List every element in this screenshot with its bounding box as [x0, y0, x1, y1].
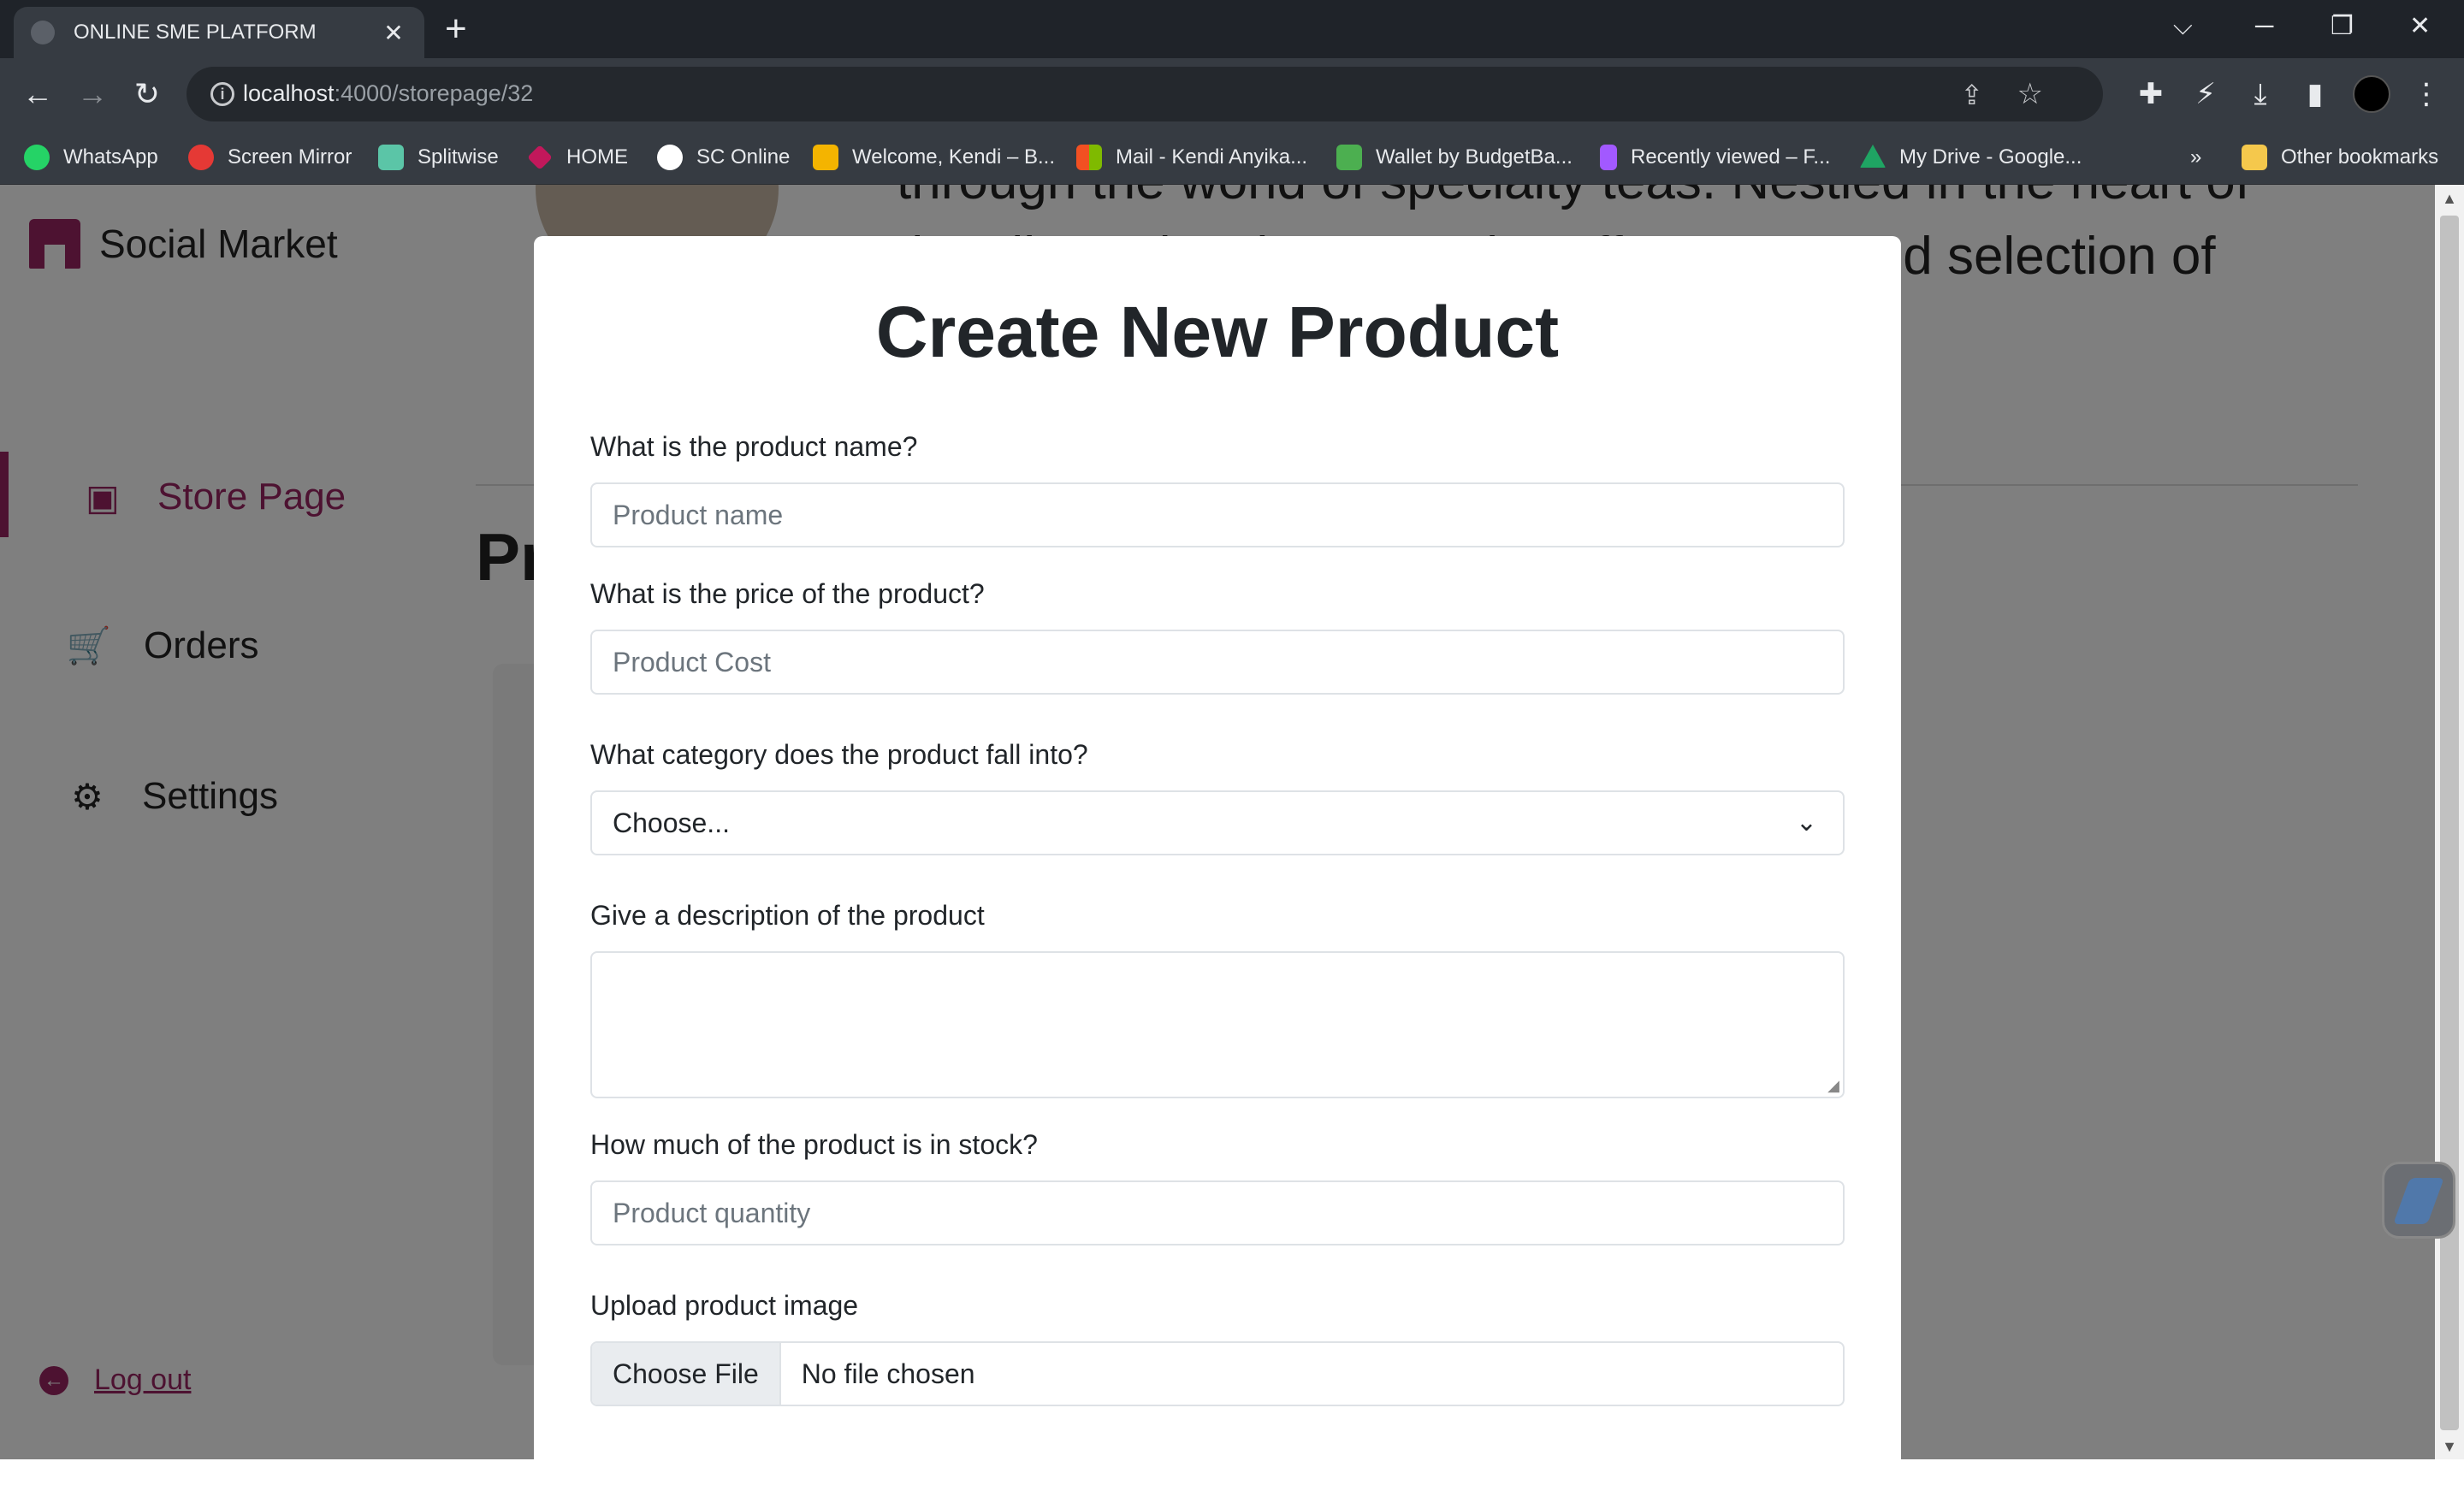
- bookmark-star-icon[interactable]: ☆: [2017, 77, 2043, 111]
- reload-button[interactable]: ↻: [127, 74, 168, 115]
- choose-file-button[interactable]: Choose File: [592, 1343, 781, 1405]
- profile-avatar[interactable]: [2353, 75, 2390, 113]
- restore-button[interactable]: ❐: [2331, 5, 2354, 48]
- more-bookmarks-button[interactable]: »: [2190, 140, 2201, 175]
- product-description-textarea[interactable]: ◢: [590, 951, 1845, 1098]
- bookmark-screen-mirror[interactable]: Screen Mirror: [188, 140, 352, 175]
- modal-title: Create New Product: [875, 292, 1560, 372]
- product-image-file-input[interactable]: Choose File No file chosen: [590, 1341, 1845, 1406]
- address-bar[interactable]: i localhost:4000/storepage/32 ⇪ ☆: [187, 67, 2103, 121]
- extension-bolt-icon[interactable]: ⚡: [2187, 75, 2224, 113]
- other-bookmarks-folder[interactable]: Other bookmarks: [2242, 140, 2438, 175]
- download-icon[interactable]: ⤓: [2242, 75, 2279, 113]
- bookmark-home[interactable]: HOME: [527, 140, 628, 175]
- create-product-modal: Create New Product What is the product n…: [534, 236, 1901, 1485]
- extensions-icon[interactable]: ✚: [2132, 75, 2170, 113]
- product-price-label: What is the price of the product?: [590, 578, 985, 609]
- wallet-icon: [1336, 145, 1362, 170]
- bookmarks-bar: WhatsApp Screen Mirror Splitwise HOME SC…: [0, 130, 2464, 185]
- browser-tab[interactable]: ONLINE SME PLATFORM ✕: [14, 7, 424, 58]
- forward-button[interactable]: →: [72, 74, 113, 115]
- chart-bars-icon: [813, 145, 838, 170]
- product-name-label: What is the product name?: [590, 431, 918, 462]
- microsoft-icon: [1076, 145, 1102, 170]
- whatsapp-icon: [24, 145, 50, 170]
- bookmark-mail[interactable]: Mail - Kendi Anyika...: [1076, 140, 1307, 175]
- side-panel-icon[interactable]: ▮: [2296, 75, 2334, 113]
- extension-logo-icon: [2393, 1178, 2444, 1224]
- product-category-select[interactable]: Choose... ⌄: [590, 790, 1845, 855]
- folder-icon: [2242, 145, 2267, 170]
- home-icon: [527, 145, 553, 170]
- back-button[interactable]: ←: [17, 74, 58, 115]
- close-window-button[interactable]: ✕: [2409, 5, 2431, 48]
- url-text[interactable]: localhost:4000/storepage/32: [243, 80, 533, 107]
- sc-online-icon: [657, 145, 683, 170]
- menu-kebab-icon[interactable]: ⋮: [2408, 75, 2445, 113]
- product-image-label: Upload product image: [590, 1290, 859, 1321]
- bookmark-figma[interactable]: Recently viewed – F...: [1600, 140, 1830, 175]
- tab-title: ONLINE SME PLATFORM: [74, 21, 317, 44]
- google-drive-icon: [1860, 145, 1886, 168]
- category-selected-value: Choose...: [613, 808, 730, 838]
- bookmark-google-drive[interactable]: My Drive - Google...: [1860, 140, 2082, 175]
- bookmark-whatsapp[interactable]: WhatsApp: [24, 140, 158, 175]
- splitwise-icon: [378, 145, 404, 170]
- resize-handle-icon[interactable]: ◢: [1827, 1077, 1839, 1095]
- file-status-text: No file chosen: [801, 1358, 975, 1389]
- globe-icon: [31, 21, 55, 44]
- browser-toolbar: ← → ↻ i localhost:4000/storepage/32 ⇪ ☆ …: [0, 58, 2464, 130]
- new-tab-button[interactable]: +: [445, 9, 467, 50]
- screen-mirror-icon: [188, 145, 214, 170]
- share-icon[interactable]: ⇪: [1960, 79, 1983, 111]
- tab-search-icon[interactable]: ⌵: [2173, 5, 2193, 48]
- product-price-input[interactable]: Product Cost: [590, 630, 1845, 695]
- scroll-up-icon[interactable]: ▲: [2440, 190, 2459, 208]
- product-quantity-input[interactable]: Product quantity: [590, 1180, 1845, 1245]
- bookmark-wallet[interactable]: Wallet by BudgetBa...: [1336, 140, 1573, 175]
- product-name-input[interactable]: Product name: [590, 482, 1845, 547]
- bookmark-splitwise[interactable]: Splitwise: [378, 140, 499, 175]
- minimize-button[interactable]: ─: [2255, 5, 2273, 48]
- product-description-label: Give a description of the product: [590, 900, 985, 931]
- bookmark-welcome-kendi[interactable]: Welcome, Kendi – B...: [813, 140, 1055, 175]
- product-category-label: What category does the product fall into…: [590, 739, 1088, 770]
- product-stock-label: How much of the product is in stock?: [590, 1129, 1038, 1160]
- scroll-down-icon[interactable]: ▼: [2440, 1438, 2459, 1456]
- bookmark-sc-online[interactable]: SC Online: [657, 140, 790, 175]
- close-tab-icon[interactable]: ✕: [380, 19, 407, 47]
- tab-strip: ONLINE SME PLATFORM ✕ + ⌵ ─ ❐ ✕: [0, 0, 2464, 58]
- page-scrollbar[interactable]: ▲ ▼: [2435, 185, 2464, 1459]
- chevron-down-icon: ⌄: [1795, 808, 1817, 837]
- floating-extension-button[interactable]: [2382, 1162, 2455, 1239]
- figma-icon: [1600, 145, 1617, 170]
- scrollbar-thumb[interactable]: [2440, 216, 2459, 1430]
- site-info-icon[interactable]: i: [210, 82, 234, 106]
